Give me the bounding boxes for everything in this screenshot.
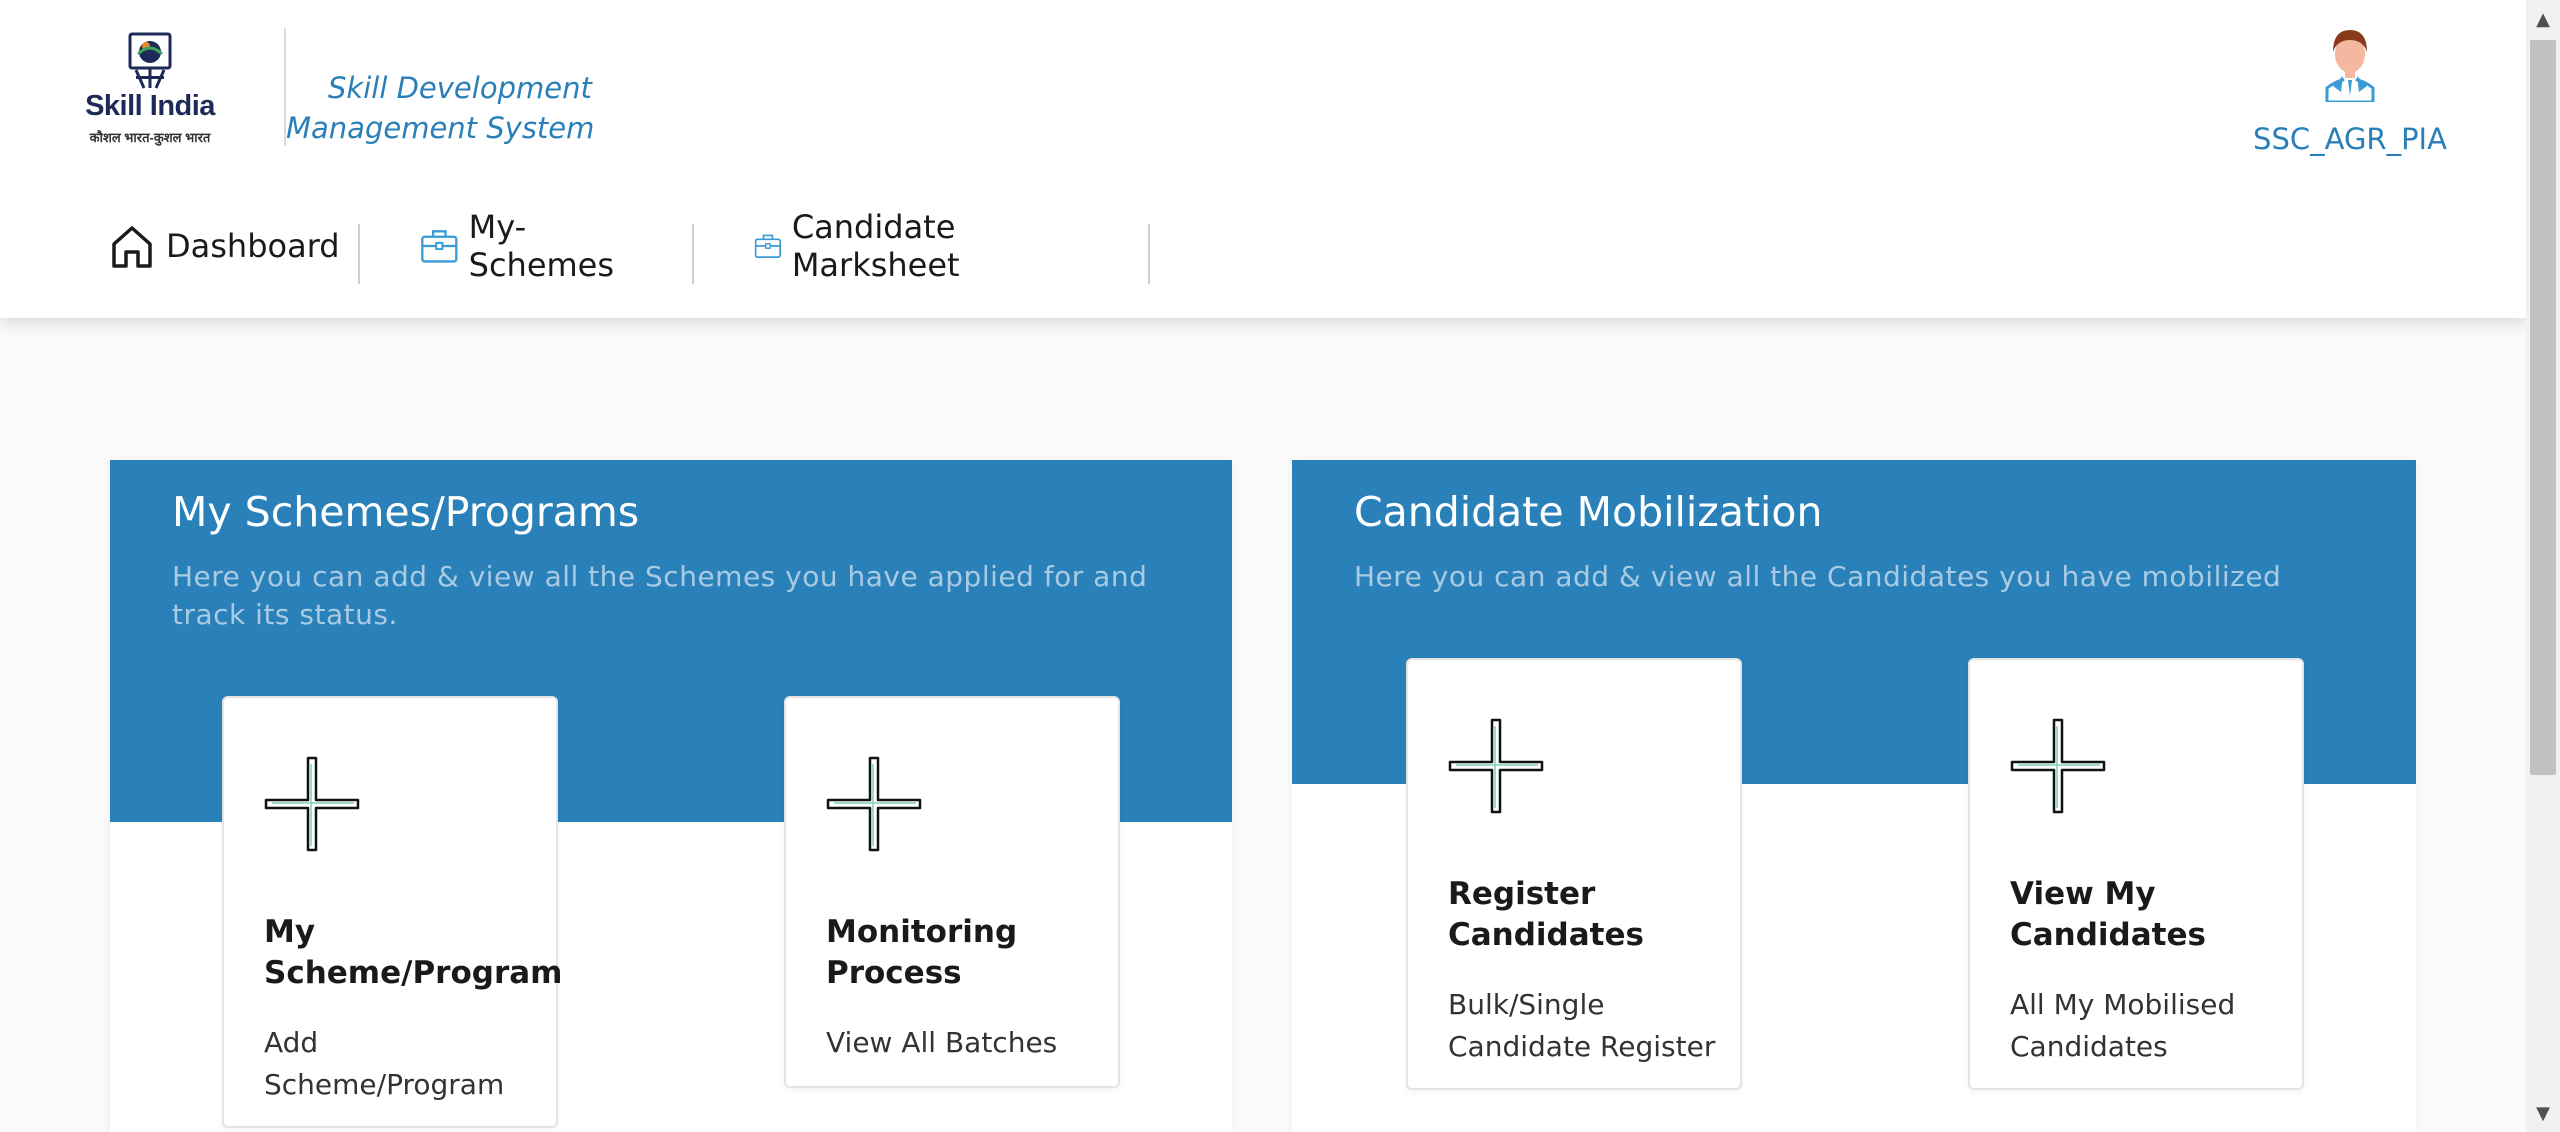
schemes-panel-description: Here you can add & view all the Schemes … (172, 560, 1148, 631)
nav-item-my-schemes[interactable]: My-Schemes (420, 208, 625, 284)
app-title: Skill Development Management System (286, 71, 595, 145)
mobilization-panel-description: Here you can add & view all the Candidat… (1354, 560, 2282, 593)
user-name: SSC_AGR_PIA (2253, 122, 2447, 156)
plus-icon (826, 756, 922, 852)
card-title: View My Candidates (2010, 876, 2206, 953)
mobilization-panel: Candidate Mobilization Here you can add … (1292, 460, 2416, 1132)
monitoring-process-card[interactable]: Monitoring Process View All Batches (784, 696, 1120, 1088)
briefcase-icon (754, 234, 781, 258)
nav-item-label: Candidate Marksheet (791, 208, 960, 284)
user-profile[interactable]: SSC_AGR_PIA (2240, 26, 2460, 166)
card-title: Register Candidates (1448, 876, 1644, 953)
card-subtitle: Bulk/Single Candidate Register (1448, 988, 1716, 1063)
card-subtitle: Add Scheme/Program (264, 1026, 505, 1101)
top-header: Skill India कौशल भारत-कुशल भारत Skill De… (0, 0, 2526, 318)
nav-item-candidate-marksheet[interactable]: Candidate Marksheet (754, 208, 982, 284)
plus-icon (1448, 718, 1544, 814)
nav-separator (692, 224, 694, 284)
nav-item-label: My-Schemes (468, 208, 615, 284)
register-candidates-card[interactable]: Register Candidates Bulk/Single Candidat… (1406, 658, 1742, 1090)
view-my-candidates-card[interactable]: View My Candidates All My Mobilised Cand… (1968, 658, 2304, 1090)
plus-icon (264, 756, 360, 852)
mobilization-panel-title: Candidate Mobilization (1354, 488, 1823, 536)
skill-india-emblem-icon (128, 32, 172, 89)
my-scheme-program-card[interactable]: My Scheme/Program Add Scheme/Program (222, 696, 563, 1128)
schemes-panel-title: My Schemes/Programs (172, 488, 640, 536)
card-subtitle: All My Mobilised Candidates (2010, 988, 2236, 1063)
scroll-up-arrow-icon[interactable]: ▲ (2526, 4, 2560, 34)
skill-india-logo[interactable]: Skill India कौशल भारत-कुशल भारत (80, 32, 220, 145)
scrollbar-thumb[interactable] (2530, 40, 2556, 775)
logo-subtitle: कौशल भारत-कुशल भारत (89, 130, 211, 145)
vertical-scrollbar[interactable]: ▲ ▼ (2526, 0, 2560, 1132)
card-title: Monitoring Process (826, 914, 1018, 991)
schemes-panel: My Schemes/Programs Here you can add & v… (110, 460, 1232, 1132)
plus-icon (2010, 718, 2106, 814)
nav-separator (1148, 224, 1150, 284)
nav-separator (358, 224, 360, 284)
nav-item-label: Dashboard (166, 227, 340, 265)
card-subtitle: View All Batches (826, 1026, 1058, 1059)
briefcase-icon (421, 230, 458, 263)
scroll-down-arrow-icon[interactable]: ▼ (2526, 1098, 2560, 1128)
user-avatar-icon (2325, 30, 2375, 102)
logo-title: Skill India (85, 90, 215, 122)
card-title: My Scheme/Program (264, 914, 563, 991)
home-icon (112, 226, 152, 268)
nav-item-dashboard[interactable]: Dashboard (108, 208, 340, 284)
